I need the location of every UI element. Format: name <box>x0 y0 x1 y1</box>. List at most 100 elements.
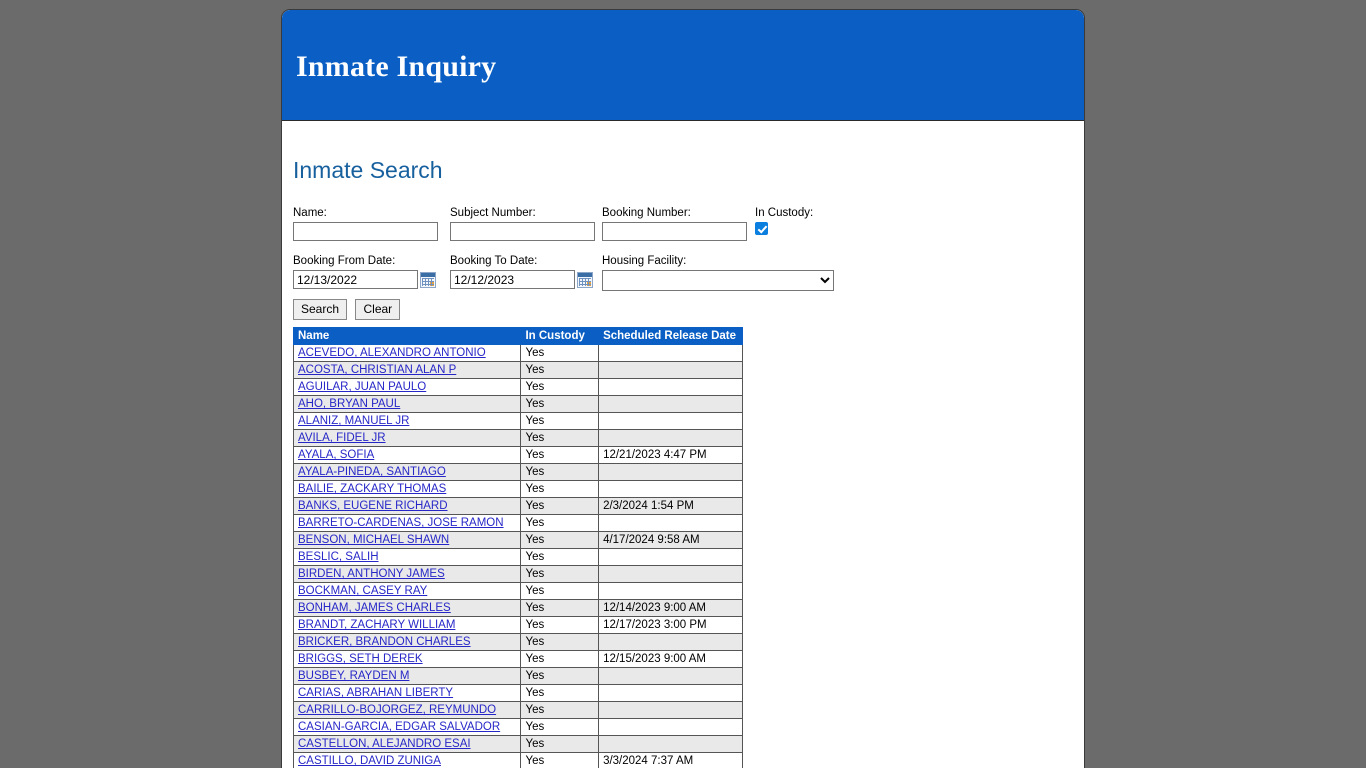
page-root: Inmate Inquiry Inmate Search Name: Subje… <box>0 0 1366 768</box>
search-input-name[interactable] <box>293 222 438 241</box>
cell-scheduled-release-date <box>598 395 743 413</box>
cell-in-custody: Yes <box>520 344 600 362</box>
inmate-detail-link[interactable]: BENSON, MICHAEL SHAWN <box>298 534 449 546</box>
cell-name: BONHAM, JAMES CHARLES <box>292 599 522 617</box>
cell-scheduled-release-date <box>598 718 743 736</box>
cell-scheduled-release-date <box>598 565 743 583</box>
table-row: BIRDEN, ANTHONY JAMES Yes <box>292 565 743 583</box>
cell-name: BIRDEN, ANTHONY JAMES <box>292 565 522 583</box>
table-row: AYALA, SOFIA Yes 12/21/2023 4:47 PM <box>292 446 743 464</box>
inmate-search-form: Name: Subject Number: Booking Number: In… <box>293 207 1073 323</box>
search-input-booking-number[interactable] <box>602 222 747 241</box>
table-row: AHO, BRYAN PAUL Yes <box>292 395 743 413</box>
inmate-detail-link[interactable]: CASTILLO, DAVID ZUNIGA <box>298 755 441 767</box>
inmate-results-table: Name In Custody Scheduled Release Date A… <box>292 327 743 768</box>
inmate-detail-link[interactable]: CARRILLO-BOJORGEZ, REYMUNDO <box>298 704 496 716</box>
results-table-body: ACEVEDO, ALEXANDRO ANTONIO Yes ACOSTA, CHR… <box>292 344 743 768</box>
cell-in-custody: Yes <box>520 684 600 702</box>
inmate-detail-link[interactable]: BRIGGS, SETH DEREK <box>298 653 423 665</box>
table-row: CASTELLON, ALEJANDRO ESAI Yes <box>292 735 743 753</box>
cell-in-custody: Yes <box>520 667 600 685</box>
field-booking-number: Booking Number: <box>602 207 747 241</box>
table-row: BUSBEY, RAYDEN M Yes <box>292 667 743 685</box>
table-row: ACEVEDO, ALEXANDRO ANTONIO Yes <box>292 344 743 362</box>
column-header-in-custody[interactable]: In Custody <box>520 327 600 345</box>
inmate-detail-link[interactable]: BESLIC, SALIH <box>298 551 379 563</box>
inmate-detail-link[interactable]: ALANIZ, MANUEL JR <box>298 415 409 427</box>
column-header-name[interactable]: Name <box>292 327 522 345</box>
table-row: BESLIC, SALIH Yes <box>292 548 743 566</box>
inmate-detail-link[interactable]: AYALA, SOFIA <box>298 449 374 461</box>
housing-facility-select[interactable] <box>602 270 834 291</box>
cell-name: ACOSTA, CHRISTIAN ALAN P <box>292 361 522 379</box>
field-in-custody: In Custody: <box>755 207 813 240</box>
cell-in-custody: Yes <box>520 531 600 549</box>
table-row: CARIAS, ABRAHAN LIBERTY Yes <box>292 684 743 702</box>
page-banner: Inmate Inquiry <box>282 10 1084 121</box>
cell-in-custody: Yes <box>520 429 600 447</box>
cell-in-custody: Yes <box>520 633 600 651</box>
cell-in-custody: Yes <box>520 497 600 515</box>
search-input-subject-number[interactable] <box>450 222 595 241</box>
inmate-detail-link[interactable]: AHO, BRYAN PAUL <box>298 398 400 410</box>
inmate-detail-link[interactable]: CASIAN-GARCIA, EDGAR SALVADOR <box>298 721 500 733</box>
inmate-detail-link[interactable]: BRICKER, BRANDON CHARLES <box>298 636 471 648</box>
booking-from-date-input[interactable] <box>293 270 418 289</box>
booking-to-date-input[interactable] <box>450 270 575 289</box>
cell-name: BENSON, MICHAEL SHAWN <box>292 531 522 549</box>
cell-name: ALANIZ, MANUEL JR <box>292 412 522 430</box>
cell-scheduled-release-date <box>598 378 743 396</box>
cell-in-custody: Yes <box>520 446 600 464</box>
cell-in-custody: Yes <box>520 582 600 600</box>
field-subject-number: Subject Number: <box>450 207 595 241</box>
calendar-icon[interactable] <box>577 271 593 288</box>
inmate-detail-link[interactable]: AGUILAR, JUAN PAULO <box>298 381 426 393</box>
search-button[interactable]: Search <box>293 299 348 320</box>
cell-name: BESLIC, SALIH <box>292 548 522 566</box>
inmate-detail-link[interactable]: ACEVEDO, ALEXANDRO ANTONIO <box>298 347 486 359</box>
cell-in-custody: Yes <box>520 548 600 566</box>
cell-scheduled-release-date <box>598 412 743 430</box>
table-row: BANKS, EUGENE RICHARD Yes 2/3/2024 1:54 PM <box>292 497 743 515</box>
cell-scheduled-release-date: 12/14/2023 9:00 AM <box>598 599 743 617</box>
cell-name: AYALA-PINEDA, SANTIAGO <box>292 463 522 481</box>
table-row: AVILA, FIDEL JR Yes <box>292 429 743 447</box>
table-row: BRIGGS, SETH DEREK Yes 12/15/2023 9:00 AM <box>292 650 743 668</box>
cell-scheduled-release-date: 12/17/2023 3:00 PM <box>598 616 743 634</box>
cell-name: CASTILLO, DAVID ZUNIGA <box>292 752 522 768</box>
inmate-detail-link[interactable]: BANKS, EUGENE RICHARD <box>298 500 448 512</box>
inmate-detail-link[interactable]: AVILA, FIDEL JR <box>298 432 386 444</box>
inmate-detail-link[interactable]: ACOSTA, CHRISTIAN ALAN P <box>298 364 456 376</box>
inmate-detail-link[interactable]: AYALA-PINEDA, SANTIAGO <box>298 466 446 478</box>
cell-in-custody: Yes <box>520 718 600 736</box>
inmate-detail-link[interactable]: BARRETO-CARDENAS, JOSE RAMON <box>298 517 504 529</box>
column-header-scheduled-release-date[interactable]: Scheduled Release Date <box>598 327 743 345</box>
cell-in-custody: Yes <box>520 395 600 413</box>
table-row: AGUILAR, JUAN PAULO Yes <box>292 378 743 396</box>
calendar-icon[interactable] <box>420 271 436 288</box>
cell-name: AHO, BRYAN PAUL <box>292 395 522 413</box>
inmate-detail-link[interactable]: BRANDT, ZACHARY WILLIAM <box>298 619 455 631</box>
cell-scheduled-release-date: 3/3/2024 7:37 AM <box>598 752 743 768</box>
cell-in-custody: Yes <box>520 752 600 768</box>
inmate-detail-link[interactable]: BONHAM, JAMES CHARLES <box>298 602 451 614</box>
cell-name: CASTELLON, ALEJANDRO ESAI <box>292 735 522 753</box>
clear-button[interactable]: Clear <box>355 299 401 320</box>
cell-name: BRICKER, BRANDON CHARLES <box>292 633 522 651</box>
housing-facility-label: Housing Facility: <box>602 255 687 267</box>
inmate-detail-link[interactable]: BIRDEN, ANTHONY JAMES <box>298 568 445 580</box>
inmate-detail-link[interactable]: BAILIE, ZACKARY THOMAS <box>298 483 446 495</box>
cell-scheduled-release-date: 4/17/2024 9:58 AM <box>598 531 743 549</box>
inmate-detail-link[interactable]: BOCKMAN, CASEY RAY <box>298 585 427 597</box>
inmate-detail-link[interactable]: CASTELLON, ALEJANDRO ESAI <box>298 738 471 750</box>
field-housing-facility: Housing Facility: <box>602 255 834 291</box>
inmate-detail-link[interactable]: CARIAS, ABRAHAN LIBERTY <box>298 687 453 699</box>
booking-from-date-label: Booking From Date: <box>293 255 396 267</box>
cell-in-custody: Yes <box>520 412 600 430</box>
field-booking-from-date: Booking From Date: <box>293 255 436 289</box>
in-custody-checkbox[interactable] <box>755 222 768 235</box>
page-title: Inmate Search <box>293 157 443 183</box>
inmate-detail-link[interactable]: BUSBEY, RAYDEN M <box>298 670 409 682</box>
cell-scheduled-release-date <box>598 344 743 362</box>
cell-name: AVILA, FIDEL JR <box>292 429 522 447</box>
